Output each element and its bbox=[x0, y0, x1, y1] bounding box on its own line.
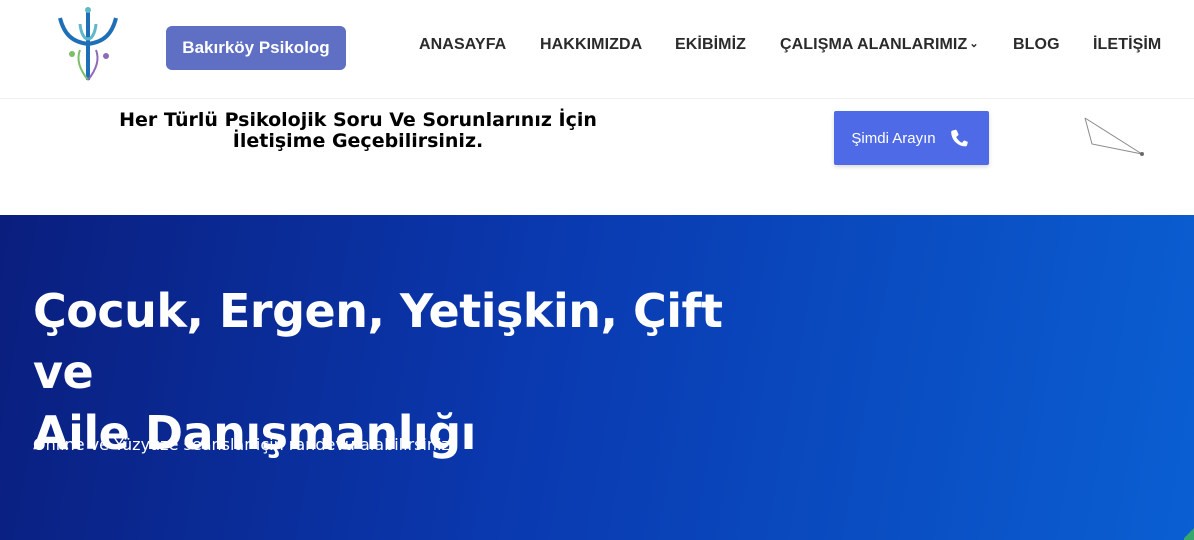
nav-about[interactable]: HAKKIMIZDA bbox=[540, 36, 642, 54]
corner-decoration bbox=[1184, 526, 1194, 540]
call-now-button[interactable]: Şimdi Arayın bbox=[834, 111, 989, 165]
hero-section: Çocuk, Ergen, Yetişkin, Çift ve Aile Dan… bbox=[0, 215, 1194, 540]
hero-subtitle: Online ve Yüzyüze seanslar için randevu … bbox=[33, 435, 450, 454]
brand-button[interactable]: Bakırköy Psikolog bbox=[166, 26, 346, 70]
nav-work-areas-label: ÇALIŞMA ALANLARIMIZ bbox=[780, 36, 968, 53]
nav-contact[interactable]: İLETİŞİM bbox=[1093, 36, 1161, 54]
decorative-triangle-icon bbox=[1084, 117, 1144, 156]
phone-icon bbox=[950, 129, 969, 147]
nav-blog[interactable]: BLOG bbox=[1013, 36, 1060, 54]
contact-tagline: Her Türlü Psikolojik Soru Ve Sorunlarını… bbox=[119, 109, 597, 152]
call-now-label: Şimdi Arayın bbox=[851, 129, 936, 147]
hero-title-line-1: Çocuk, Ergen, Yetişkin, Çift ve bbox=[33, 284, 723, 399]
chevron-down-icon: ⌄ bbox=[969, 38, 979, 50]
nav-team[interactable]: EKİBİMİZ bbox=[675, 36, 746, 54]
nav-home[interactable]: ANASAYFA bbox=[419, 36, 506, 54]
hero-title-line-2: Aile Danışmanlığı bbox=[33, 406, 476, 460]
nav-work-areas[interactable]: ÇALIŞMA ALANLARIMIZ ⌄ bbox=[780, 36, 979, 54]
psi-logo-icon[interactable] bbox=[50, 4, 126, 84]
site-header: Bakırköy Psikolog ANASAYFA HAKKIMIZDA EK… bbox=[0, 0, 1194, 99]
